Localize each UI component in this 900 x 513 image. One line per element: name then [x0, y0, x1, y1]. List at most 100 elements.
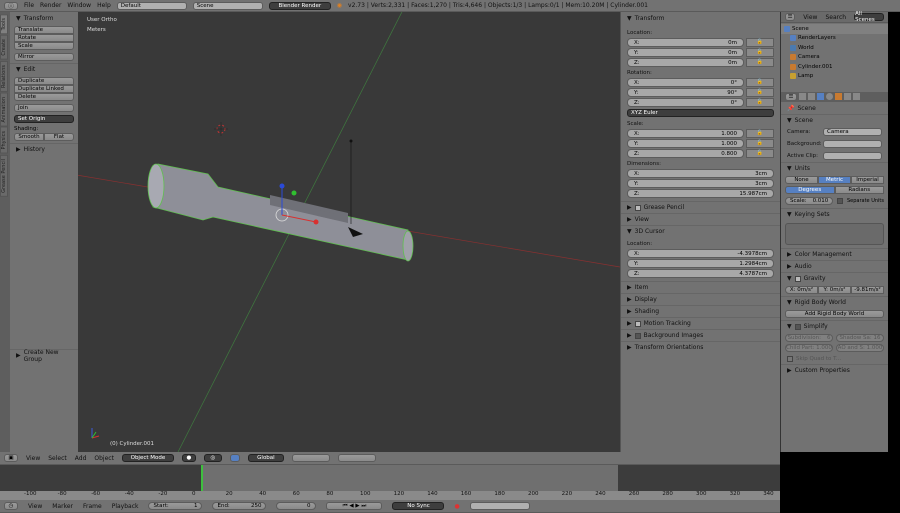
lock-icon[interactable]: 🔓 [746, 78, 774, 87]
menu-select[interactable]: Select [48, 455, 67, 462]
add-rigid-body-button[interactable]: Add Rigid Body World [785, 310, 884, 318]
mirror-button[interactable]: Mirror [14, 53, 74, 61]
outliner-item[interactable]: Lamp [781, 72, 888, 82]
editor-type-icon[interactable]: ☰ [785, 13, 795, 21]
duplicate-button[interactable]: Duplicate [14, 77, 74, 85]
scene-tab-icon[interactable] [817, 93, 824, 100]
outliner-item[interactable]: World [781, 43, 888, 53]
gravity-y-field[interactable]: Y: 0m/s² [818, 286, 851, 294]
keying-sets-header[interactable]: ▼ Keying Sets [781, 208, 888, 220]
constraints-tab-icon[interactable] [844, 93, 851, 100]
gravity-checkbox[interactable] [795, 276, 801, 282]
color-management-header[interactable]: ▶ Color Management [781, 248, 888, 260]
background-images-checkbox[interactable] [635, 333, 641, 339]
location-x-field[interactable]: X:0m [627, 38, 744, 47]
simplify-checkbox[interactable] [795, 324, 801, 330]
lock-icon[interactable]: 🔓 [746, 48, 774, 57]
unit-metric-button[interactable]: Metric [818, 176, 851, 184]
mode-select[interactable]: Object Mode [122, 454, 174, 462]
dimensions-y-field[interactable]: Y:3cm [627, 179, 774, 188]
gravity-header[interactable]: ▼ Gravity [781, 272, 888, 284]
background-field[interactable] [823, 140, 882, 148]
modifiers-tab-icon[interactable] [853, 93, 860, 100]
object-tab-icon[interactable] [835, 93, 842, 100]
scale-z-field[interactable]: Z:0.800 [627, 149, 744, 158]
keying-sets-list[interactable] [785, 223, 884, 245]
tab-animation[interactable]: Animation [0, 93, 8, 127]
outliner-item[interactable]: RenderLayers [781, 34, 888, 44]
timeline-area[interactable] [0, 465, 780, 491]
outliner-item[interactable]: Scene [781, 24, 888, 34]
start-frame-field[interactable]: Start:1 [148, 502, 202, 510]
grease-pencil-header[interactable]: ▶ Grease Pencil [621, 201, 780, 213]
manipulator-icon[interactable] [230, 454, 240, 462]
unit-imperial-button[interactable]: Imperial [851, 176, 884, 184]
render-engine-select[interactable]: Blender Render [269, 2, 331, 10]
layout-field[interactable]: Default [117, 2, 187, 10]
playback-controls[interactable]: ⏮ ◀ ▶ ⏭ [326, 502, 382, 510]
render-tab-icon[interactable] [799, 93, 806, 100]
lock-icon[interactable]: 🔓 [746, 38, 774, 47]
outliner-item[interactable]: Camera [781, 53, 888, 63]
camera-field[interactable]: Camera [823, 128, 882, 136]
frame-ruler[interactable]: -100-80-60-40-20020406080100120140160180… [0, 491, 780, 500]
tab-create[interactable]: Create [0, 35, 8, 60]
menu-window[interactable]: Window [67, 2, 91, 9]
gravity-z-field[interactable]: -9.81m/s² [851, 286, 884, 294]
transform-orientations-header[interactable]: ▶ Transform Orientations [621, 341, 780, 353]
editor-type-icon[interactable]: ▣ [4, 454, 18, 462]
world-tab-icon[interactable] [826, 93, 833, 100]
record-icon[interactable]: ● [454, 503, 459, 510]
flat-button[interactable]: Flat [44, 133, 74, 141]
pivot-point-icon[interactable]: ◎ [204, 454, 222, 462]
location-y-field[interactable]: Y:0m [627, 48, 744, 57]
item-header[interactable]: ▶ Item [621, 281, 780, 293]
tab-physics[interactable]: Physics [0, 127, 8, 154]
menu-render[interactable]: Render [40, 2, 61, 9]
lock-icon[interactable]: 🔓 [746, 88, 774, 97]
tab-grease-pencil[interactable]: Grease Pencil [0, 155, 8, 197]
motion-tracking-checkbox[interactable] [635, 321, 641, 327]
menu-view[interactable]: View [26, 455, 40, 462]
outliner-search-menu[interactable]: Search [825, 14, 846, 21]
lock-icon[interactable]: 🔓 [746, 58, 774, 67]
layers-grid-2[interactable] [338, 454, 376, 462]
active-clip-field[interactable] [823, 152, 882, 160]
scene-field[interactable]: Scene [193, 2, 263, 10]
orientation-select[interactable]: Global [248, 454, 284, 462]
layers-grid[interactable] [292, 454, 330, 462]
outliner-filter-select[interactable]: All Scenes [854, 13, 884, 21]
separate-units-checkbox[interactable] [837, 198, 843, 204]
3d-cursor-header[interactable]: ▼ 3D Cursor [621, 225, 780, 237]
menu-object[interactable]: Object [94, 455, 114, 462]
timeline-menu-view[interactable]: View [28, 503, 42, 510]
rotation-y-field[interactable]: Y:90° [627, 88, 744, 97]
viewport-shading-icon[interactable]: ● [182, 454, 196, 462]
keying-set-field[interactable] [470, 502, 530, 510]
set-origin-select[interactable]: Set Origin [14, 115, 74, 123]
outliner-item[interactable]: Cylinder.001 [781, 62, 888, 72]
ao-sss-field[interactable]: AO and S: 1.000 [836, 344, 884, 352]
history-header[interactable]: ▶ History [10, 143, 78, 155]
audio-header[interactable]: ▶ Audio [781, 260, 888, 272]
simplify-header[interactable]: ▼ Simplify [781, 320, 888, 332]
degrees-button[interactable]: Degrees [785, 186, 835, 194]
display-header[interactable]: ▶ Display [621, 293, 780, 305]
custom-properties-header[interactable]: ▶ Custom Properties [781, 364, 888, 376]
unit-none-button[interactable]: None [785, 176, 818, 184]
location-z-field[interactable]: Z:0m [627, 58, 744, 67]
cursor_location-x-field[interactable]: X:-4.3978cm [627, 249, 774, 258]
info-editor-icon[interactable]: ⓘ [4, 2, 18, 10]
units-header[interactable]: ▼ Units [781, 162, 888, 174]
cursor_location-y-field[interactable]: Y:1.2984cm [627, 259, 774, 268]
smooth-button[interactable]: Smooth [14, 133, 44, 141]
lock-icon[interactable]: 🔓 [746, 139, 774, 148]
rigid-body-header[interactable]: ▼ Rigid Body World [781, 296, 888, 308]
current-frame-field[interactable]: 0 [276, 502, 316, 510]
end-frame-field[interactable]: End:250 [212, 502, 266, 510]
3d-viewport[interactable]: User Ortho Meters (0) Cylinder.001 [78, 12, 620, 452]
tab-relations[interactable]: Relations [0, 61, 8, 92]
translate-button[interactable]: Translate [14, 26, 74, 34]
menu-file[interactable]: File [24, 2, 34, 9]
cursor_location-z-field[interactable]: Z:4.3787cm [627, 269, 774, 278]
